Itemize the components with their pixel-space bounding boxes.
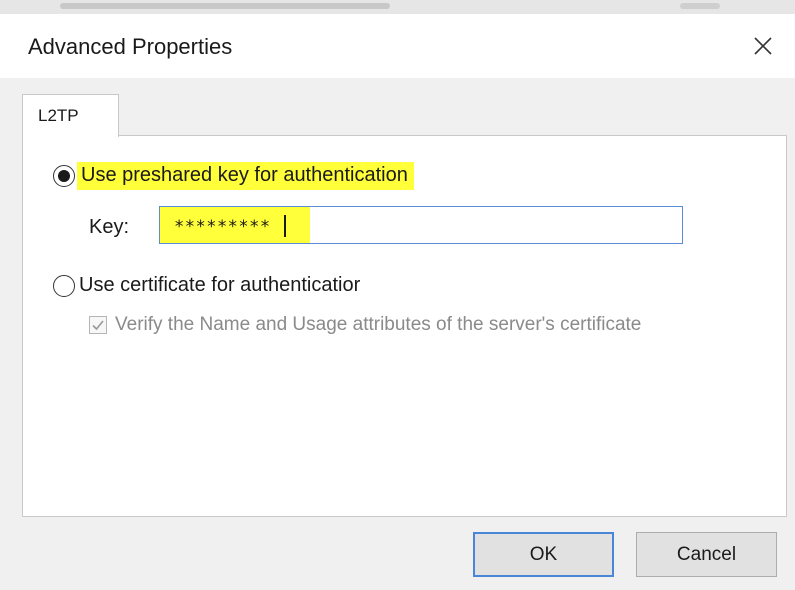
cancel-button[interactable]: Cancel (636, 532, 777, 577)
checkmark-icon (92, 320, 104, 331)
preshared-key-label: Use preshared key for authentication (77, 162, 414, 190)
certificate-radio[interactable] (53, 275, 75, 297)
preshared-key-radio[interactable] (53, 165, 75, 187)
background-window-blurred-text (60, 3, 390, 9)
background-window-blurred-controls (680, 3, 720, 9)
key-input[interactable]: ********* (159, 206, 683, 244)
tab-label: L2TP (38, 106, 79, 125)
ok-button[interactable]: OK (473, 532, 614, 577)
certificate-option[interactable]: Use certificate for authenticatior (53, 272, 366, 300)
certificate-label: Use certificate for authenticatior (79, 274, 361, 296)
verify-certificate-option[interactable]: Verify the Name and Usage attributes of … (89, 314, 641, 336)
close-button[interactable] (745, 28, 781, 64)
advanced-properties-dialog: Advanced Properties L2TP Use preshared k… (0, 14, 795, 590)
key-label: Key: (89, 216, 130, 238)
tab-panel-l2tp: Use preshared key for authentication Key… (22, 135, 787, 517)
dialog-title: Advanced Properties (28, 34, 233, 59)
verify-label: Verify the Name and Usage attributes of … (115, 314, 642, 335)
preshared-key-option[interactable]: Use preshared key for authentication (53, 162, 414, 190)
verify-checkbox[interactable] (89, 316, 107, 334)
close-icon (754, 37, 772, 55)
radio-selected-dot (58, 170, 70, 182)
dialog-titlebar: Advanced Properties (0, 14, 795, 78)
background-window-strip (0, 0, 795, 15)
key-value: ********* (174, 217, 271, 237)
text-caret (284, 215, 286, 237)
tab-l2tp[interactable]: L2TP (22, 94, 119, 137)
